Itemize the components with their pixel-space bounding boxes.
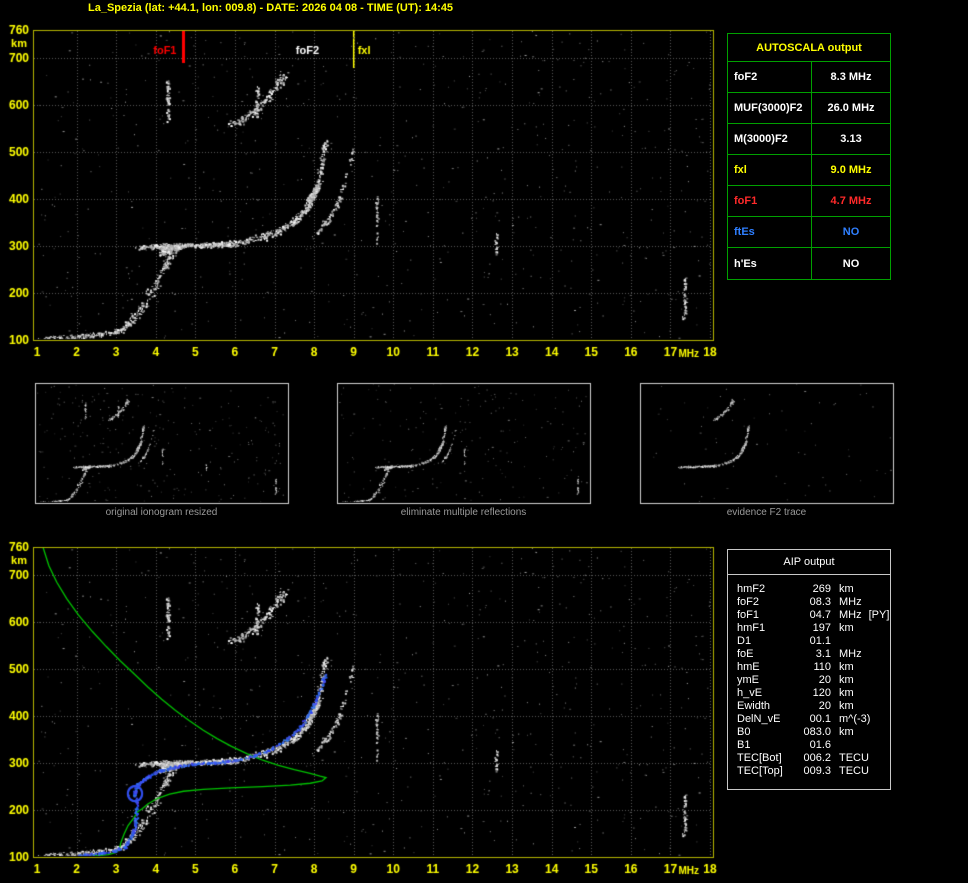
parameter-value: 3.1 [815, 648, 831, 660]
parameter-value: 08.3 [809, 596, 831, 608]
parameter-label: D1 [737, 635, 752, 647]
parameter-label: M(3000)F2 [728, 124, 812, 154]
parameter-value: 04.7 [809, 609, 831, 621]
parameter-unit: MHz [839, 609, 862, 621]
parameter-label: foF2 [728, 62, 812, 92]
aip-row-h-ve: h_vE 120 km [737, 687, 890, 700]
parameter-label: h'Es [728, 248, 812, 279]
parameter-label: foF1 [728, 186, 812, 216]
parameter-value: 9.0 MHz [830, 164, 872, 176]
aip-row-ewidth: Ewidth 20 km [737, 700, 890, 713]
parameter-label: B1 [737, 739, 751, 751]
parameter-value: 20 [818, 700, 831, 712]
parameter-label: TEC[Bot] [737, 752, 782, 764]
autoscala-output-panel: AUTOSCALA output foF2 8.3 MHz MUF(3000)F2 2… [727, 33, 891, 280]
parameter-unit: MHz [839, 596, 862, 608]
parameter-value: 120 [812, 687, 831, 699]
parameter-unit: km [839, 687, 854, 699]
thumbnail-caption-multiples: eliminate multiple reflections [400, 507, 527, 518]
aip-row-hme: hmE 110 km [737, 661, 890, 674]
parameter-value: 20 [818, 674, 831, 686]
parameter-unit: km [839, 661, 854, 673]
aip-header: AIP output [728, 550, 890, 575]
parameter-unit: km [839, 674, 854, 686]
parameter-value: 269 [812, 583, 831, 595]
parameter-note: [PY] [868, 609, 890, 621]
parameter-unit: km [839, 726, 854, 738]
aip-body: hmF2 269 km foF2 08.3 MHz foF1 04.7 MHz [PY] hmF1 1… [728, 575, 890, 778]
parameter-value: 26.0 MHz [827, 102, 875, 114]
parameter-unit: MHz [839, 648, 862, 660]
parameter-label: B0 [737, 726, 751, 738]
parameter-value: 006.2 [803, 752, 831, 764]
autoscala-row-ftes: ftEs NO [728, 217, 890, 248]
thumbnail-caption-original: original ionogram resized [105, 507, 218, 518]
aip-row-fof2: foF2 08.3 MHz [737, 596, 890, 609]
aip-row-tec-top-: TEC[Top] 009.3 TECU [737, 765, 890, 778]
autoscala-header: AUTOSCALA output [728, 34, 890, 62]
parameter-value: 01.6 [809, 739, 831, 751]
parameter-unit: m^(-3) [839, 713, 871, 725]
parameter-label: foF1 [737, 609, 760, 621]
autoscala-row-fof1: foF1 4.7 MHz [728, 186, 890, 217]
aip-row-deln-ve: DelN_vE 00.1 m^(-3) [737, 713, 890, 726]
parameter-value: NO [842, 226, 860, 238]
parameter-value: 083.0 [803, 726, 831, 738]
aip-output-panel: AIP output hmF2 269 km foF2 08.3 MHz foF1 04.7 M… [727, 549, 891, 790]
parameter-label: MUF(3000)F2 [728, 93, 812, 123]
parameter-label: hmF2 [737, 583, 766, 595]
parameter-value: 110 [813, 661, 831, 673]
parameter-label: TEC[Top] [737, 765, 783, 777]
parameter-value: 4.7 MHz [830, 195, 872, 207]
aip-row-b0: B0 083.0 km [737, 726, 890, 739]
autoscala-body: foF2 8.3 MHz MUF(3000)F2 26.0 MHz M(3000)F2 3… [728, 62, 890, 279]
parameter-value: 8.3 MHz [830, 71, 872, 83]
parameter-label: ftEs [728, 217, 812, 247]
parameter-unit: km [839, 583, 854, 595]
autoscala-row-h-es: h'Es NO [728, 248, 890, 279]
parameter-value: 00.1 [809, 713, 831, 725]
aip-row-tec-bot-: TEC[Bot] 006.2 TECU [737, 752, 890, 765]
parameter-label: ymE [737, 674, 759, 686]
parameter-value: 3.13 [840, 133, 862, 145]
parameter-label: hmF1 [737, 622, 766, 634]
aip-row-fof1: foF1 04.7 MHz [PY] [737, 609, 890, 622]
aip-row-yme: ymE 20 km [737, 674, 890, 687]
parameter-value: 197 [812, 622, 831, 634]
parameter-unit: TECU [839, 752, 869, 764]
parameter-unit: km [839, 700, 854, 712]
parameter-label: Ewidth [737, 700, 771, 712]
parameter-unit: km [839, 622, 854, 634]
aip-row-hmf2: hmF2 269 km [737, 583, 890, 596]
aip-row-b1: B1 01.6 [737, 739, 890, 752]
parameter-label: DelN_vE [737, 713, 781, 725]
parameter-value: 01.1 [809, 635, 831, 647]
parameter-unit: TECU [839, 765, 869, 777]
parameter-label: hmE [737, 661, 760, 673]
parameter-value: 009.3 [803, 765, 831, 777]
aip-row-hmf1: hmF1 197 km [737, 622, 890, 635]
autoscala-row-fof2: foF2 8.3 MHz [728, 62, 890, 93]
thumbnail-caption-f2trace: evidence F2 trace [726, 507, 807, 518]
parameter-label: h_vE [737, 687, 763, 699]
aip-row-d1: D1 01.1 [737, 635, 890, 648]
parameter-label: foF2 [737, 596, 760, 608]
autoscala-row-fxl: fxl 9.0 MHz [728, 155, 890, 186]
parameter-label: foE [737, 648, 754, 660]
station-title: La_Spezia (lat: +44.1, lon: 009.8) - DAT… [88, 2, 454, 14]
autoscala-row-m-3000-f2: M(3000)F2 3.13 [728, 124, 890, 155]
parameter-value: NO [842, 257, 860, 270]
aip-row-foe: foE 3.1 MHz [737, 648, 890, 661]
autoscala-row-muf-3000-f2: MUF(3000)F2 26.0 MHz [728, 93, 890, 124]
parameter-label: fxl [728, 155, 812, 185]
